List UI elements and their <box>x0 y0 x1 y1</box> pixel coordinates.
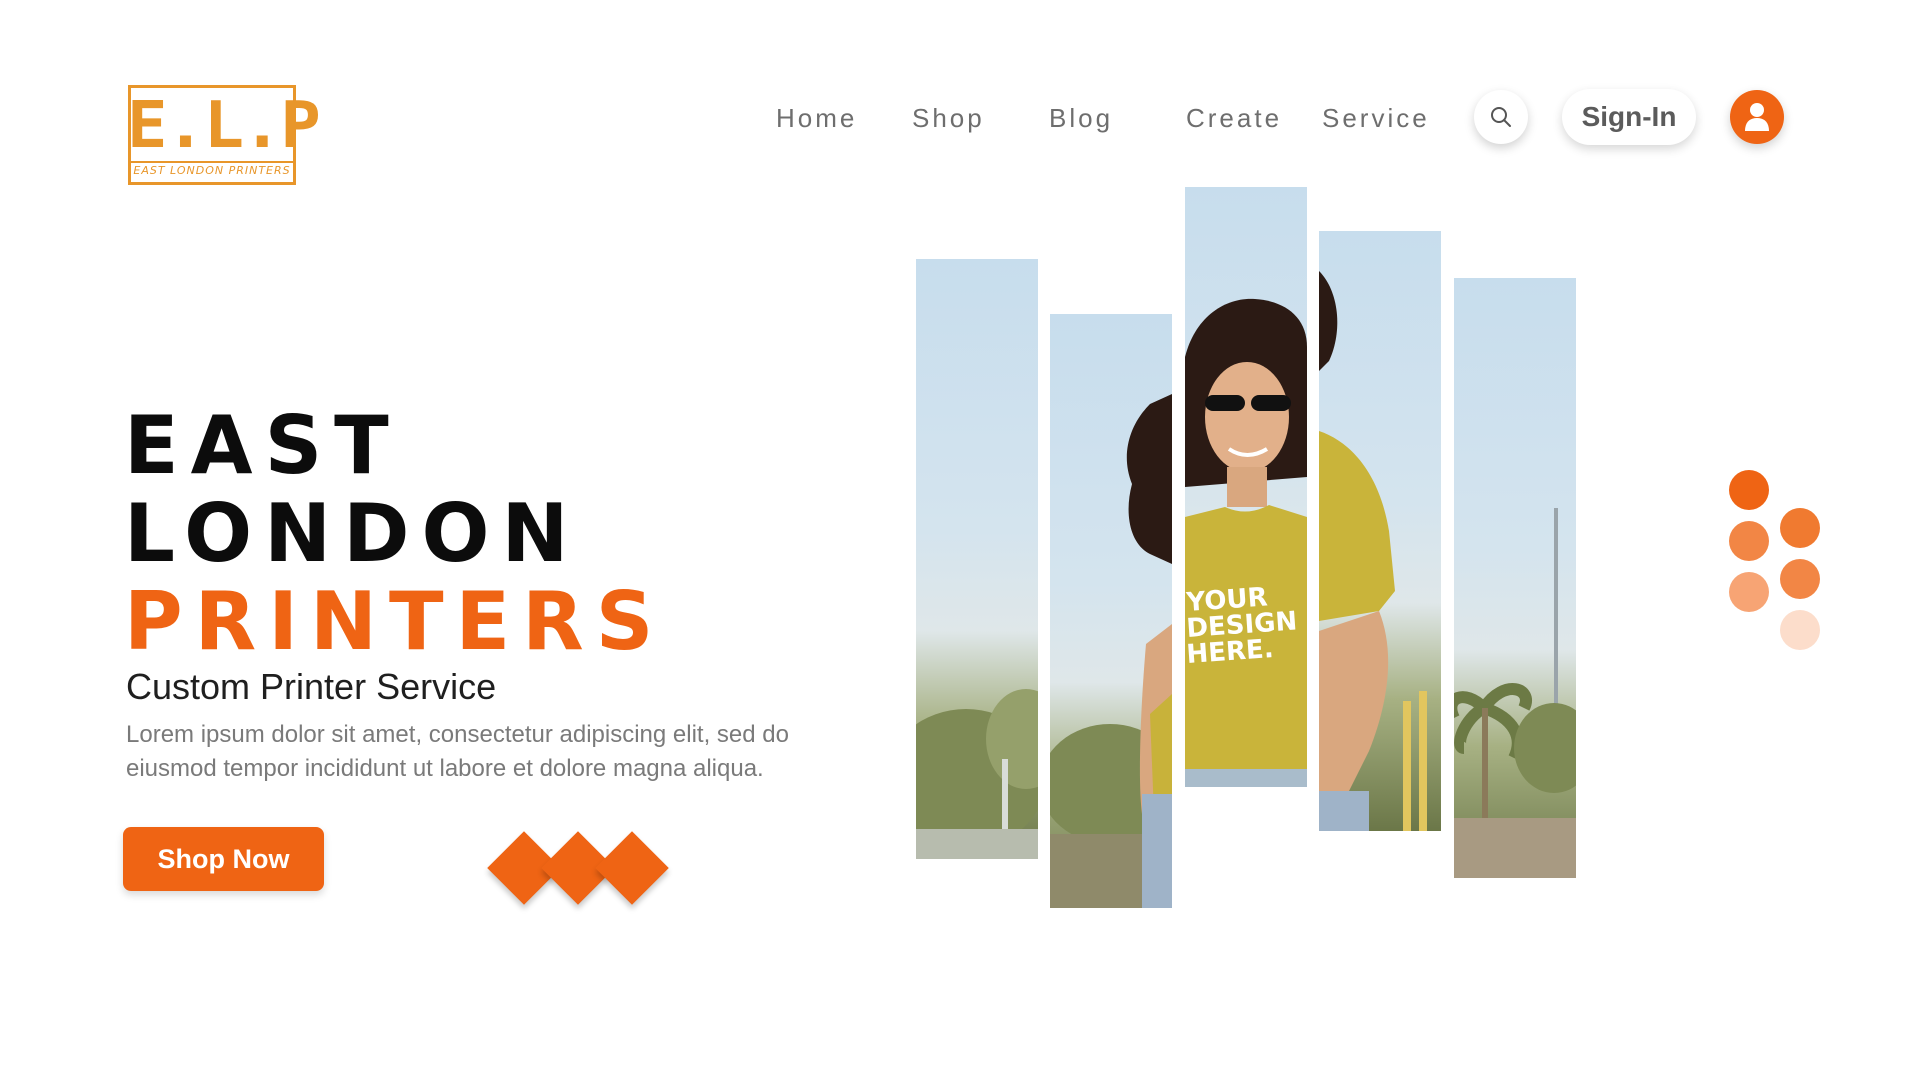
nav-item-home[interactable]: Home <box>776 100 857 136</box>
hero-title-line-london: LONDON <box>124 487 581 580</box>
logo-mark: E.L.P <box>126 89 321 163</box>
decor-dot <box>1729 572 1769 612</box>
sign-in-button[interactable]: Sign-In <box>1562 89 1696 145</box>
photo-strip-image <box>916 689 1038 859</box>
decor-dot <box>1729 470 1769 510</box>
nav-item-blog[interactable]: Blog <box>1049 100 1113 136</box>
nav-item-create[interactable]: Create <box>1186 100 1282 136</box>
decor-dot <box>1780 610 1820 650</box>
logo-tagline: EAST LONDON PRINTERS <box>131 161 293 179</box>
photo-strip-image <box>1319 271 1427 831</box>
decor-dot <box>1729 521 1769 561</box>
decor-dot <box>1780 559 1820 599</box>
photo-strip: YOUR DESIGN HERE. <box>1185 187 1307 787</box>
search-icon <box>1491 107 1511 127</box>
hero-subtitle: Custom Printer Service <box>126 666 497 707</box>
nav-item-shop[interactable]: Shop <box>912 100 985 136</box>
nav-item-service[interactable]: Service <box>1322 100 1430 136</box>
hero-title-line-east: EAST <box>124 399 401 492</box>
shop-now-button[interactable]: Shop Now <box>123 827 324 891</box>
diamond-decoration <box>487 830 688 910</box>
decor-dot <box>1780 508 1820 548</box>
user-account-button[interactable] <box>1730 90 1784 144</box>
hero-title-line-printers: PRINTERS <box>124 575 666 668</box>
user-icon <box>1745 103 1769 131</box>
photo-strip <box>916 259 1038 859</box>
photo-strip-image <box>1050 394 1172 908</box>
search-button[interactable] <box>1474 90 1528 144</box>
svg-text:HERE.: HERE. <box>1186 634 1275 670</box>
photo-strip <box>1319 231 1441 831</box>
hero-description: Lorem ipsum dolor sit amet, consectetur … <box>126 721 789 782</box>
photo-strip <box>1454 278 1576 878</box>
photo-strip-image: YOUR DESIGN HERE. <box>1185 298 1307 787</box>
photo-strip-image <box>1454 508 1576 878</box>
diamond-shape <box>595 831 669 905</box>
hero-title: EAST LONDON PRINTERS <box>124 402 665 666</box>
logo[interactable]: E.L.P EAST LONDON PRINTERS <box>126 85 321 185</box>
photo-strip <box>1050 314 1172 908</box>
